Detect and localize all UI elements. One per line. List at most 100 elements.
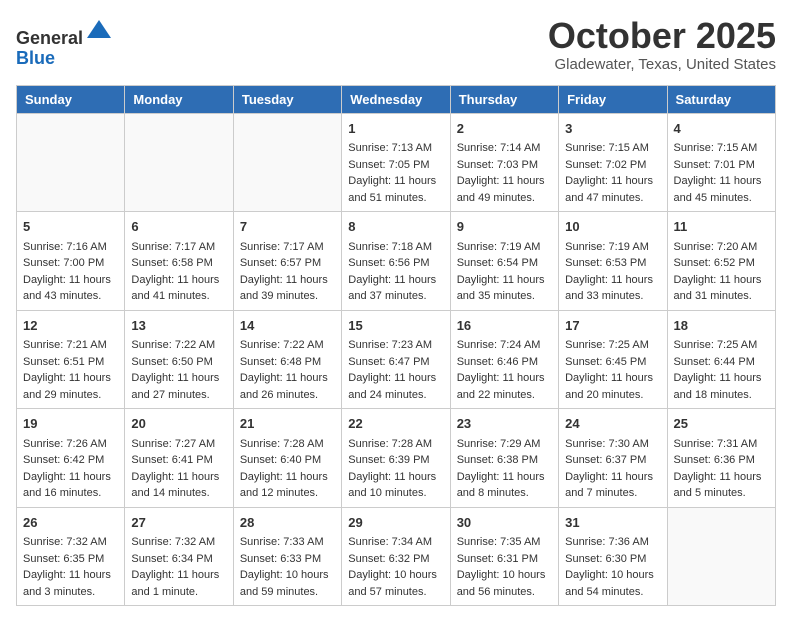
day-number: 22: [348, 414, 443, 434]
day-info: Sunrise: 7:19 AMSunset: 6:54 PMDaylight:…: [457, 239, 552, 305]
calendar-cell: 26Sunrise: 7:32 AMSunset: 6:35 PMDayligh…: [17, 507, 125, 606]
day-info: Sunrise: 7:16 AMSunset: 7:00 PMDaylight:…: [23, 239, 118, 305]
logo-icon: [85, 16, 113, 44]
day-info: Sunrise: 7:32 AMSunset: 6:34 PMDaylight:…: [131, 534, 226, 600]
calendar-cell: 8Sunrise: 7:18 AMSunset: 6:56 PMDaylight…: [342, 212, 450, 311]
calendar-cell: 30Sunrise: 7:35 AMSunset: 6:31 PMDayligh…: [450, 507, 558, 606]
calendar-cell: 23Sunrise: 7:29 AMSunset: 6:38 PMDayligh…: [450, 409, 558, 508]
day-number: 30: [457, 513, 552, 533]
day-number: 17: [565, 316, 660, 336]
calendar-cell: 7Sunrise: 7:17 AMSunset: 6:57 PMDaylight…: [233, 212, 341, 311]
day-number: 25: [674, 414, 769, 434]
calendar-cell: 10Sunrise: 7:19 AMSunset: 6:53 PMDayligh…: [559, 212, 667, 311]
day-info: Sunrise: 7:22 AMSunset: 6:50 PMDaylight:…: [131, 337, 226, 403]
day-info: Sunrise: 7:33 AMSunset: 6:33 PMDaylight:…: [240, 534, 335, 600]
day-number: 15: [348, 316, 443, 336]
day-number: 7: [240, 217, 335, 237]
calendar-cell: 22Sunrise: 7:28 AMSunset: 6:39 PMDayligh…: [342, 409, 450, 508]
week-row-3: 12Sunrise: 7:21 AMSunset: 6:51 PMDayligh…: [17, 310, 776, 409]
day-number: 18: [674, 316, 769, 336]
day-number: 1: [348, 119, 443, 139]
day-number: 24: [565, 414, 660, 434]
day-number: 4: [674, 119, 769, 139]
calendar-cell: 4Sunrise: 7:15 AMSunset: 7:01 PMDaylight…: [667, 113, 775, 212]
day-number: 6: [131, 217, 226, 237]
day-info: Sunrise: 7:32 AMSunset: 6:35 PMDaylight:…: [23, 534, 118, 600]
day-info: Sunrise: 7:36 AMSunset: 6:30 PMDaylight:…: [565, 534, 660, 600]
day-number: 13: [131, 316, 226, 336]
calendar-cell: [667, 507, 775, 606]
day-info: Sunrise: 7:23 AMSunset: 6:47 PMDaylight:…: [348, 337, 443, 403]
day-info: Sunrise: 7:26 AMSunset: 6:42 PMDaylight:…: [23, 436, 118, 502]
day-info: Sunrise: 7:14 AMSunset: 7:03 PMDaylight:…: [457, 140, 552, 206]
calendar-header-tuesday: Tuesday: [233, 85, 341, 113]
day-info: Sunrise: 7:28 AMSunset: 6:39 PMDaylight:…: [348, 436, 443, 502]
day-info: Sunrise: 7:34 AMSunset: 6:32 PMDaylight:…: [348, 534, 443, 600]
day-info: Sunrise: 7:13 AMSunset: 7:05 PMDaylight:…: [348, 140, 443, 206]
calendar-cell: 24Sunrise: 7:30 AMSunset: 6:37 PMDayligh…: [559, 409, 667, 508]
calendar-cell: 5Sunrise: 7:16 AMSunset: 7:00 PMDaylight…: [17, 212, 125, 311]
day-number: 16: [457, 316, 552, 336]
day-number: 31: [565, 513, 660, 533]
calendar-header-row: SundayMondayTuesdayWednesdayThursdayFrid…: [17, 85, 776, 113]
day-info: Sunrise: 7:24 AMSunset: 6:46 PMDaylight:…: [457, 337, 552, 403]
calendar-header-wednesday: Wednesday: [342, 85, 450, 113]
day-number: 9: [457, 217, 552, 237]
week-row-1: 1Sunrise: 7:13 AMSunset: 7:05 PMDaylight…: [17, 113, 776, 212]
day-info: Sunrise: 7:25 AMSunset: 6:44 PMDaylight:…: [674, 337, 769, 403]
calendar-cell: 14Sunrise: 7:22 AMSunset: 6:48 PMDayligh…: [233, 310, 341, 409]
calendar-cell: 31Sunrise: 7:36 AMSunset: 6:30 PMDayligh…: [559, 507, 667, 606]
title-block: October 2025 Gladewater, Texas, United S…: [548, 16, 776, 73]
calendar-cell: 9Sunrise: 7:19 AMSunset: 6:54 PMDaylight…: [450, 212, 558, 311]
calendar-cell: 13Sunrise: 7:22 AMSunset: 6:50 PMDayligh…: [125, 310, 233, 409]
day-number: 28: [240, 513, 335, 533]
day-info: Sunrise: 7:35 AMSunset: 6:31 PMDaylight:…: [457, 534, 552, 600]
day-info: Sunrise: 7:25 AMSunset: 6:45 PMDaylight:…: [565, 337, 660, 403]
calendar-cell: 16Sunrise: 7:24 AMSunset: 6:46 PMDayligh…: [450, 310, 558, 409]
calendar-cell: 11Sunrise: 7:20 AMSunset: 6:52 PMDayligh…: [667, 212, 775, 311]
calendar-cell: 6Sunrise: 7:17 AMSunset: 6:58 PMDaylight…: [125, 212, 233, 311]
day-info: Sunrise: 7:31 AMSunset: 6:36 PMDaylight:…: [674, 436, 769, 502]
week-row-5: 26Sunrise: 7:32 AMSunset: 6:35 PMDayligh…: [17, 507, 776, 606]
week-row-4: 19Sunrise: 7:26 AMSunset: 6:42 PMDayligh…: [17, 409, 776, 508]
day-number: 14: [240, 316, 335, 336]
page-header: General Blue October 2025 Gladewater, Te…: [16, 16, 776, 73]
logo-blue-text: Blue: [16, 49, 113, 67]
calendar-cell: 25Sunrise: 7:31 AMSunset: 6:36 PMDayligh…: [667, 409, 775, 508]
calendar-cell: [233, 113, 341, 212]
calendar-cell: 12Sunrise: 7:21 AMSunset: 6:51 PMDayligh…: [17, 310, 125, 409]
calendar-header-monday: Monday: [125, 85, 233, 113]
day-number: 3: [565, 119, 660, 139]
logo-text: General: [16, 16, 113, 49]
calendar-cell: 18Sunrise: 7:25 AMSunset: 6:44 PMDayligh…: [667, 310, 775, 409]
day-info: Sunrise: 7:17 AMSunset: 6:57 PMDaylight:…: [240, 239, 335, 305]
day-number: 23: [457, 414, 552, 434]
day-info: Sunrise: 7:27 AMSunset: 6:41 PMDaylight:…: [131, 436, 226, 502]
day-info: Sunrise: 7:30 AMSunset: 6:37 PMDaylight:…: [565, 436, 660, 502]
calendar-cell: 29Sunrise: 7:34 AMSunset: 6:32 PMDayligh…: [342, 507, 450, 606]
calendar-cell: 20Sunrise: 7:27 AMSunset: 6:41 PMDayligh…: [125, 409, 233, 508]
day-info: Sunrise: 7:19 AMSunset: 6:53 PMDaylight:…: [565, 239, 660, 305]
day-number: 11: [674, 217, 769, 237]
calendar-cell: [125, 113, 233, 212]
day-number: 21: [240, 414, 335, 434]
calendar-cell: 17Sunrise: 7:25 AMSunset: 6:45 PMDayligh…: [559, 310, 667, 409]
calendar-cell: 28Sunrise: 7:33 AMSunset: 6:33 PMDayligh…: [233, 507, 341, 606]
day-number: 20: [131, 414, 226, 434]
calendar-header-saturday: Saturday: [667, 85, 775, 113]
day-info: Sunrise: 7:21 AMSunset: 6:51 PMDaylight:…: [23, 337, 118, 403]
calendar-header-friday: Friday: [559, 85, 667, 113]
day-number: 27: [131, 513, 226, 533]
day-number: 19: [23, 414, 118, 434]
day-info: Sunrise: 7:20 AMSunset: 6:52 PMDaylight:…: [674, 239, 769, 305]
calendar-cell: 27Sunrise: 7:32 AMSunset: 6:34 PMDayligh…: [125, 507, 233, 606]
day-info: Sunrise: 7:18 AMSunset: 6:56 PMDaylight:…: [348, 239, 443, 305]
calendar-cell: 15Sunrise: 7:23 AMSunset: 6:47 PMDayligh…: [342, 310, 450, 409]
calendar-cell: 21Sunrise: 7:28 AMSunset: 6:40 PMDayligh…: [233, 409, 341, 508]
day-number: 5: [23, 217, 118, 237]
calendar-table: SundayMondayTuesdayWednesdayThursdayFrid…: [16, 85, 776, 607]
day-number: 2: [457, 119, 552, 139]
day-info: Sunrise: 7:28 AMSunset: 6:40 PMDaylight:…: [240, 436, 335, 502]
logo: General Blue: [16, 16, 113, 67]
week-row-2: 5Sunrise: 7:16 AMSunset: 7:00 PMDaylight…: [17, 212, 776, 311]
